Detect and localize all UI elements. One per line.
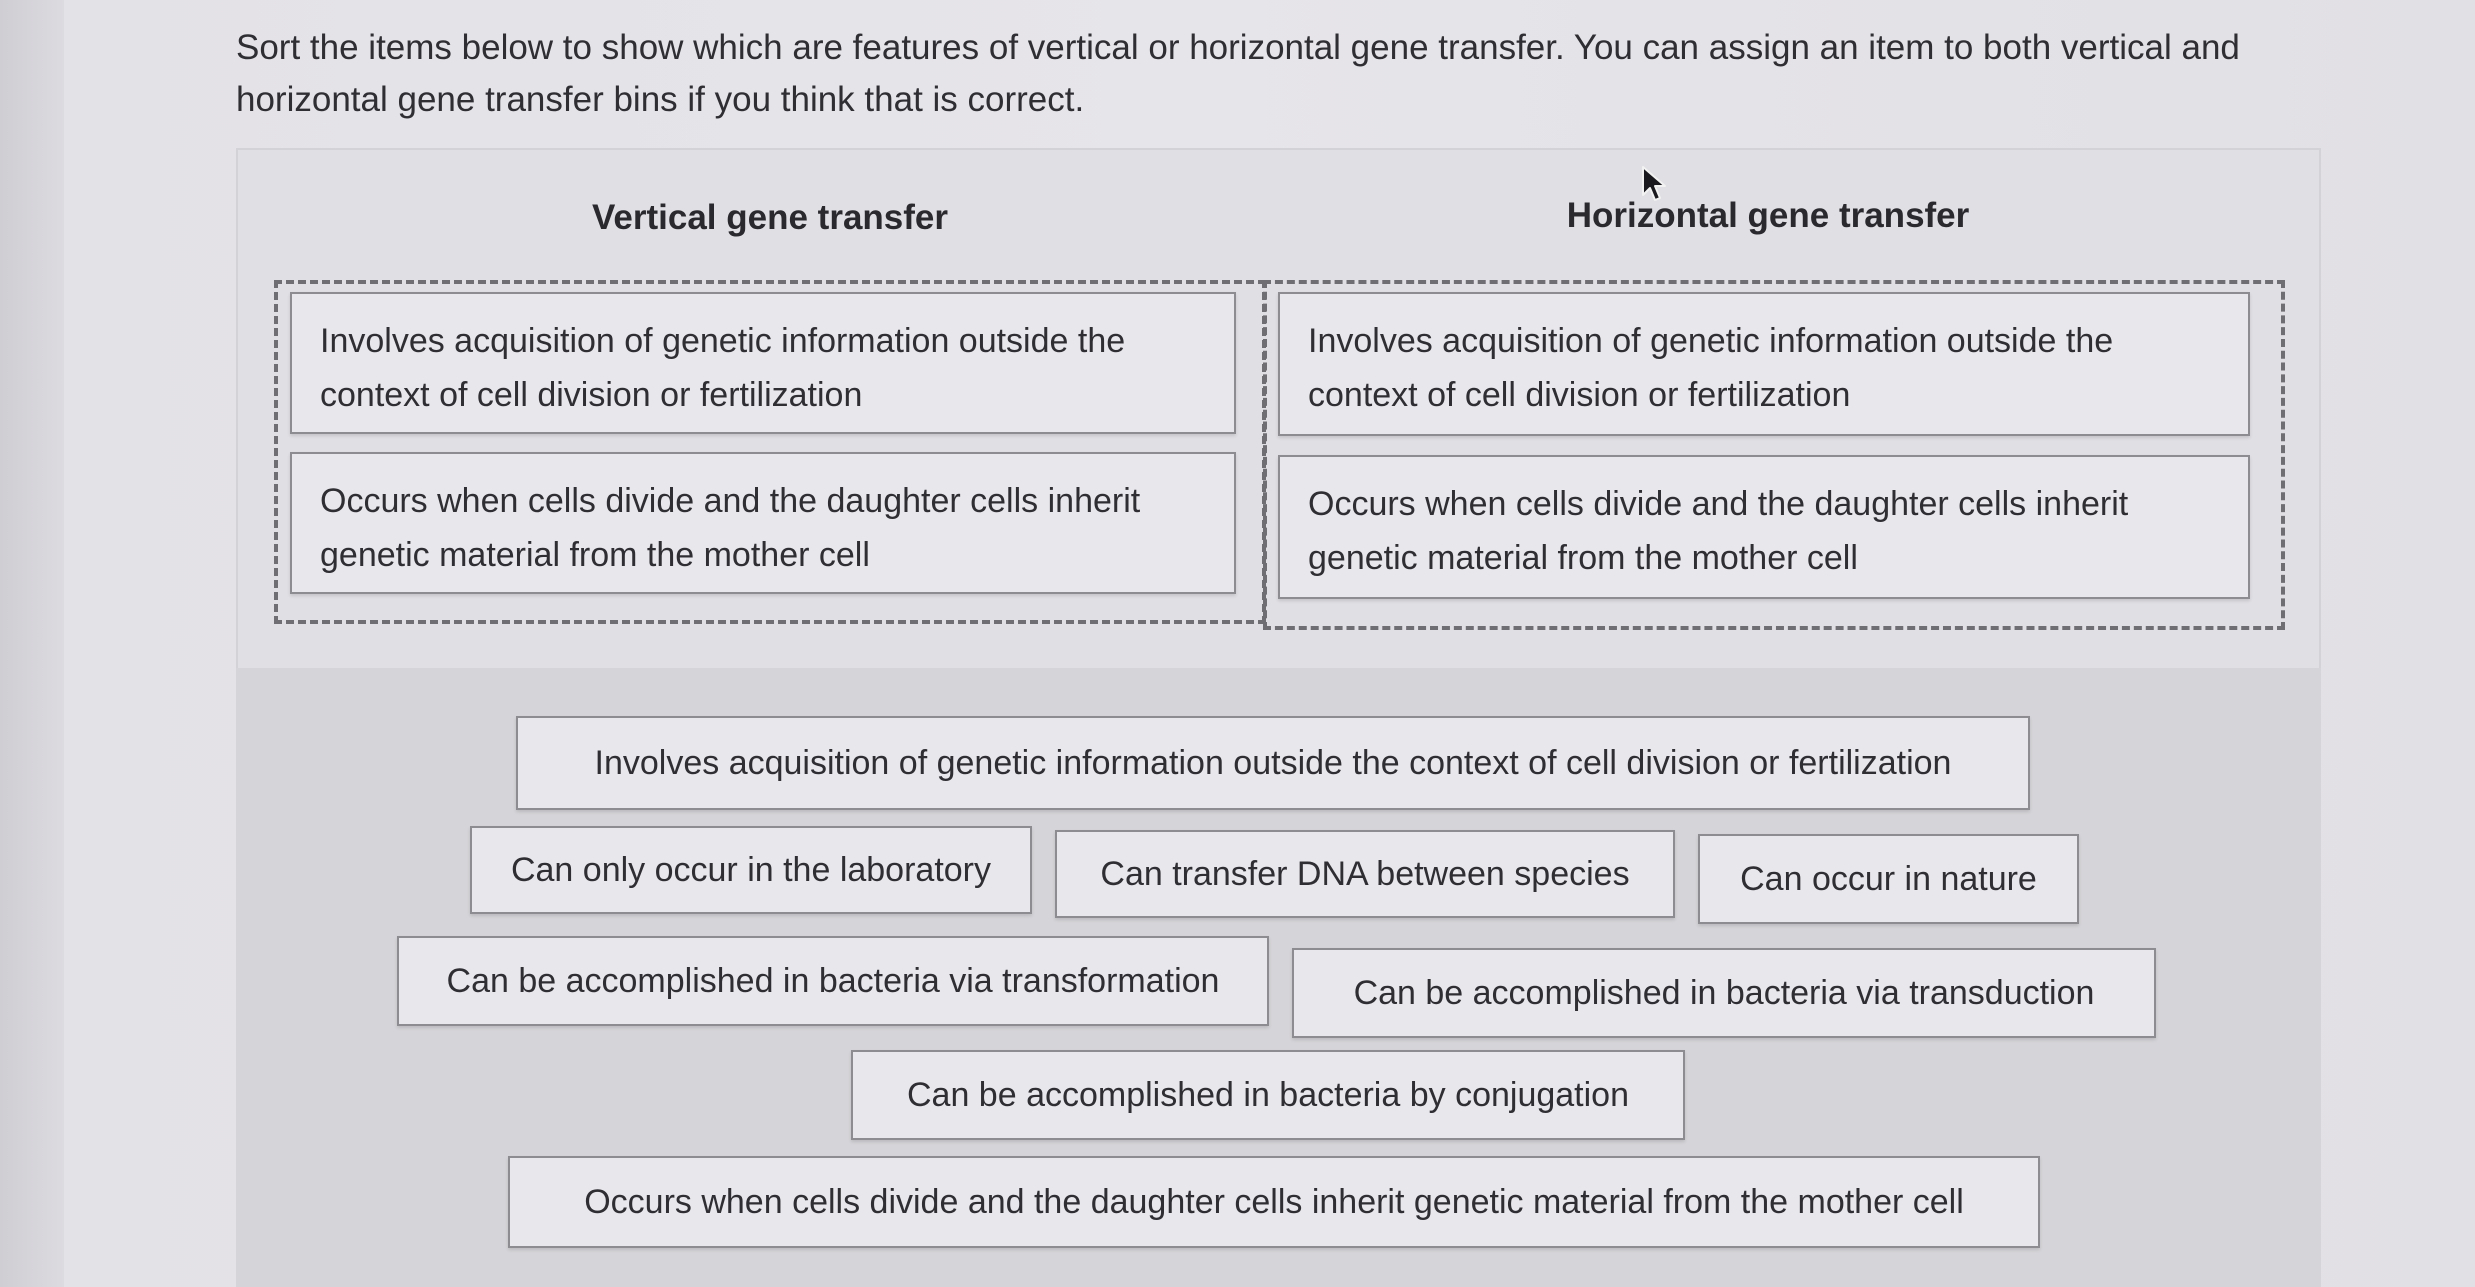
pool-item-conjugation[interactable]: Can be accomplished in bacteria by conju… <box>851 1050 1685 1140</box>
vertical-bin-title: Vertical gene transfer <box>592 198 948 237</box>
pool-item-acquisition[interactable]: Involves acquisition of genetic informat… <box>516 716 2030 810</box>
horizontal-bin-item-acquisition[interactable]: Involves acquisition of genetic informat… <box>1278 292 2250 436</box>
pool-item-cell-division[interactable]: Occurs when cells divide and the daughte… <box>508 1156 2040 1248</box>
horizontal-bin-title: Horizontal gene transfer <box>1566 196 1970 235</box>
window-left-edge <box>0 0 64 1287</box>
pool-item-laboratory-only[interactable]: Can only occur in the laboratory <box>470 826 1032 914</box>
horizontal-bin-item-cell-division[interactable]: Occurs when cells divide and the daughte… <box>1278 455 2250 599</box>
mouse-cursor-icon <box>1642 166 1666 201</box>
pool-item-transduction[interactable]: Can be accomplished in bacteria via tran… <box>1292 948 2156 1038</box>
pool-item-occur-in-nature[interactable]: Can occur in nature <box>1698 834 2079 924</box>
instructions-text: Sort the items below to show which are f… <box>236 28 2240 119</box>
pool-item-between-species[interactable]: Can transfer DNA between species <box>1055 830 1675 918</box>
pool-item-transformation[interactable]: Can be accomplished in bacteria via tran… <box>397 936 1269 1026</box>
vertical-bin-item-acquisition[interactable]: Involves acquisition of genetic informat… <box>290 292 1236 434</box>
vertical-bin-item-cell-division[interactable]: Occurs when cells divide and the daughte… <box>290 452 1236 594</box>
